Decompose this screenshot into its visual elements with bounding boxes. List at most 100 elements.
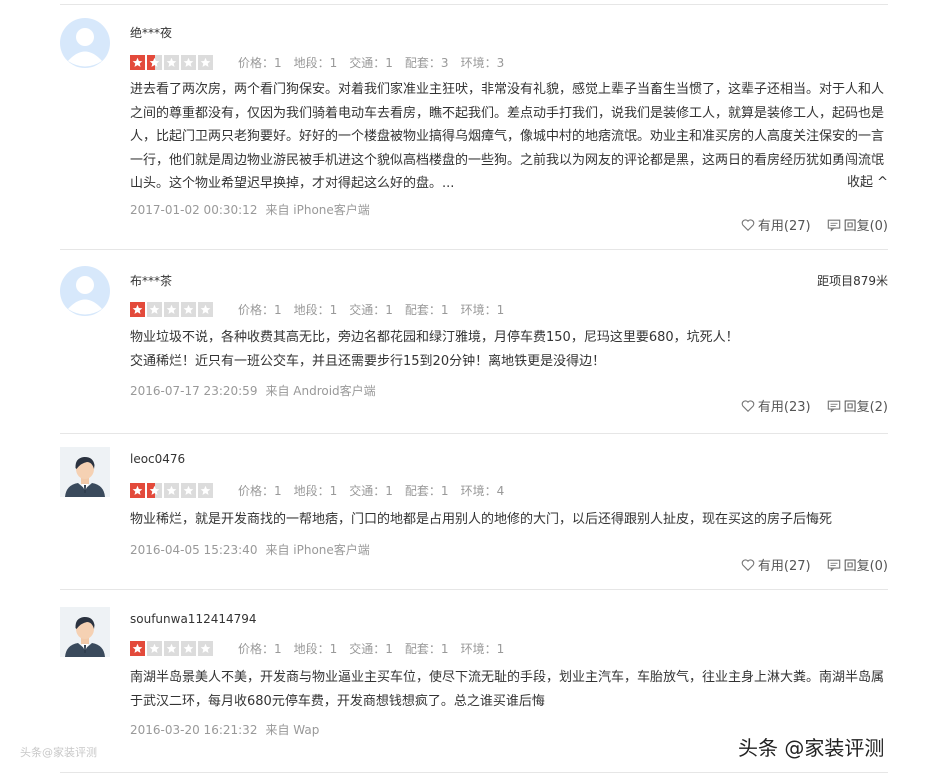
helpful-button[interactable]: 有用(27): [741, 555, 811, 574]
score-list: 价格：1 地段：1 交通：1 配套：1 环境：4: [238, 482, 504, 499]
star-icon: [130, 54, 145, 70]
review-actions: 有用(27) 回复(0): [741, 215, 888, 234]
score-traffic: 交通：1: [349, 302, 393, 317]
star-rating: [130, 301, 213, 317]
avatar[interactable]: [60, 266, 110, 316]
reply-count: 回复(2): [843, 400, 888, 415]
review-meta: 2016-07-17 23:20:59 来自 Android客户端: [130, 382, 376, 399]
star-icon: [164, 640, 179, 656]
heart-icon: [741, 399, 755, 412]
star-icon: [164, 54, 179, 70]
score-facilities: 配套：3: [404, 55, 449, 70]
divider: [60, 433, 888, 434]
review-date: 2017-01-02 00:30:12: [130, 203, 258, 217]
star-rating: [130, 54, 213, 70]
star-icon: [181, 640, 196, 656]
review-source: 来自 Android客户端: [265, 384, 376, 398]
star-icon: [164, 482, 179, 498]
score-traffic: 交通：1: [349, 483, 393, 498]
username[interactable]: soufunwa112414794: [130, 612, 257, 626]
review-item: 绝***夜 价格：1 地段：1 交通：1 配套：3 环境：3 进去看了两次房，两…: [60, 18, 888, 243]
comment-icon: [827, 400, 840, 412]
review-text: 物业垃圾不说，各种收费其高无比，旁边名都花园和绿汀雅境，月停车费150，尼玛这里…: [130, 330, 739, 369]
score-environment: 环境：4: [460, 483, 505, 498]
divider: [60, 772, 888, 773]
username[interactable]: leoc0476: [130, 452, 185, 466]
reply-button[interactable]: 回复(0): [827, 215, 888, 234]
helpful-count: 有用(27): [757, 559, 811, 574]
score-price: 价格：1: [238, 55, 282, 70]
collapse-button[interactable]: 收起 ^: [847, 171, 888, 190]
star-icon: [181, 301, 196, 317]
review-actions: 有用(23) 回复(2): [741, 396, 888, 415]
review-text: 物业稀烂，就是开发商找的一帮地痞，门口的地都是占用别人的地修的大门，以后还得跟别…: [130, 512, 833, 527]
watermark: 头条 @家装评测: [738, 736, 885, 760]
star-icon: [130, 640, 145, 656]
star-icon: [147, 301, 162, 317]
rating-row: 价格：1 地段：1 交通：1 配套：3 环境：3: [130, 54, 504, 70]
helpful-button[interactable]: 有用(23): [741, 396, 811, 415]
score-list: 价格：1 地段：1 交通：1 配套：3 环境：3: [238, 54, 504, 71]
score-facilities: 配套：1: [404, 641, 449, 656]
star-icon: [130, 482, 145, 498]
avatar[interactable]: [60, 447, 110, 497]
score-list: 价格：1 地段：1 交通：1 配套：1 环境：1: [238, 301, 504, 318]
star-icon: [147, 640, 162, 656]
star-icon: [164, 301, 179, 317]
score-price: 价格：1: [238, 302, 282, 317]
score-location: 地段：1: [293, 641, 338, 656]
star-icon: [198, 640, 213, 656]
reply-count: 回复(0): [843, 219, 888, 234]
rating-row: 价格：1 地段：1 交通：1 配套：1 环境：4: [130, 482, 504, 498]
review-source: 来自 Wap: [265, 723, 320, 737]
star-icon: [130, 301, 145, 317]
rating-row: 价格：1 地段：1 交通：1 配套：1 环境：1: [130, 640, 504, 656]
star-icon: [147, 54, 162, 70]
score-environment: 环境：1: [460, 302, 505, 317]
distance-label: 距项目879米: [817, 274, 888, 288]
star-icon: [198, 301, 213, 317]
heart-icon: [741, 558, 755, 571]
review-text: 进去看了两次房，两个看门狗保安。对着我们家准业主狂吠，非常没有礼貌，感觉上辈子当…: [130, 82, 885, 191]
review-item: 布***茶 距项目879米 价格：1 地段：1 交通：1 配套：1 环境：1 物…: [60, 266, 888, 426]
star-icon: [198, 54, 213, 70]
reply-button[interactable]: 回复(0): [827, 555, 888, 574]
helpful-button[interactable]: 有用(27): [741, 215, 811, 234]
avatar[interactable]: [60, 607, 110, 657]
star-rating: [130, 482, 213, 498]
score-environment: 环境：1: [460, 641, 505, 656]
score-price: 价格：1: [238, 483, 282, 498]
divider: [60, 249, 888, 250]
score-list: 价格：1 地段：1 交通：1 配套：1 环境：1: [238, 640, 504, 657]
review-date: 2016-03-20 16:21:32: [130, 723, 258, 737]
watermark: 头条@家装评测: [20, 746, 97, 759]
star-icon: [181, 54, 196, 70]
review-source: 来自 iPhone客户端: [265, 543, 370, 557]
score-price: 价格：1: [238, 641, 282, 656]
review-meta: 2016-03-20 16:21:32 来自 Wap: [130, 721, 319, 738]
score-location: 地段：1: [293, 483, 338, 498]
review-date: 2016-04-05 15:23:40: [130, 543, 258, 557]
review-actions: 有用(27) 回复(0): [741, 555, 888, 574]
review-meta: 2017-01-02 00:30:12 来自 iPhone客户端: [130, 201, 370, 218]
star-icon: [198, 482, 213, 498]
helpful-count: 有用(27): [757, 219, 811, 234]
comment-icon: [827, 219, 840, 231]
score-facilities: 配套：1: [404, 302, 449, 317]
score-location: 地段：1: [293, 302, 338, 317]
review-meta: 2016-04-05 15:23:40 来自 iPhone客户端: [130, 541, 370, 558]
score-environment: 环境：3: [460, 55, 505, 70]
star-icon: [147, 482, 162, 498]
helpful-count: 有用(23): [757, 400, 811, 415]
avatar[interactable]: [60, 18, 110, 68]
divider: [60, 589, 888, 590]
reply-button[interactable]: 回复(2): [827, 396, 888, 415]
score-traffic: 交通：1: [349, 641, 393, 656]
username[interactable]: 绝***夜: [130, 24, 172, 41]
review-text: 南湖半岛景美人不美，开发商与物业逼业主买车位，使尽下流无耻的手段，划业主汽车，车…: [130, 670, 885, 709]
reply-count: 回复(0): [843, 559, 888, 574]
heart-icon: [741, 218, 755, 231]
username[interactable]: 布***茶: [130, 272, 172, 289]
star-icon: [181, 482, 196, 498]
comment-icon: [827, 559, 840, 571]
